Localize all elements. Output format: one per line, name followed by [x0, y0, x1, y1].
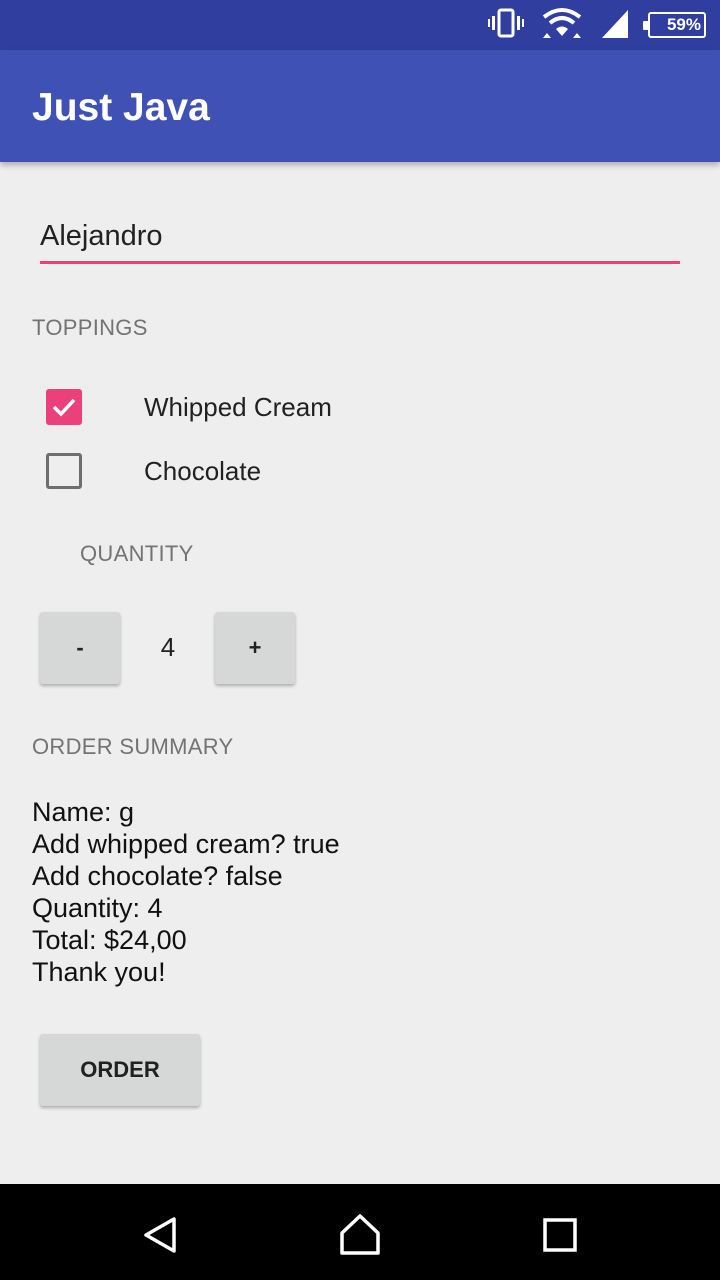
battery-icon: 59% [643, 12, 706, 38]
toppings-label: TOPPINGS [32, 315, 148, 340]
whipped-cream-checkbox[interactable] [46, 389, 82, 425]
battery-text: 59% [666, 15, 701, 34]
decrement-button[interactable]: - [40, 612, 120, 684]
quantity-label: QUANTITY [80, 541, 194, 566]
check-icon [52, 398, 76, 417]
app-bar: Just Java [0, 50, 720, 162]
chocolate-checkbox[interactable] [46, 453, 82, 489]
status-bar: 59% [0, 0, 720, 50]
increment-button[interactable]: + [215, 612, 295, 684]
whipped-cream-label[interactable]: Whipped Cream [144, 392, 332, 423]
recents-icon [543, 1218, 577, 1252]
summary-line-total: Total: $24,00 [32, 925, 187, 955]
back-icon [144, 1217, 176, 1253]
chocolate-label[interactable]: Chocolate [144, 456, 261, 487]
order-button[interactable]: ORDER [40, 1034, 200, 1106]
order-summary-text: Name: g Add whipped cream? true Add choc… [32, 796, 340, 988]
vibrate-icon [488, 8, 524, 43]
status-icons: 59% [488, 7, 706, 44]
back-button[interactable] [135, 1210, 185, 1260]
signal-icon [600, 8, 630, 43]
summary-line-quantity: Quantity: 4 [32, 893, 163, 923]
app-title: Just Java [32, 86, 210, 129]
home-button[interactable] [335, 1210, 385, 1260]
summary-line-name: Name: g [32, 797, 135, 827]
summary-line-whipped-cream: Add whipped cream? true [32, 829, 340, 859]
home-icon [340, 1214, 380, 1255]
wifi-icon [542, 7, 582, 44]
summary-line-chocolate: Add chocolate? false [32, 861, 283, 891]
order-summary-label: ORDER SUMMARY [32, 734, 234, 759]
recents-button[interactable] [535, 1210, 585, 1260]
summary-line-thanks: Thank you! [32, 957, 166, 987]
name-input[interactable] [40, 212, 680, 264]
quantity-value: 4 [160, 632, 176, 662]
